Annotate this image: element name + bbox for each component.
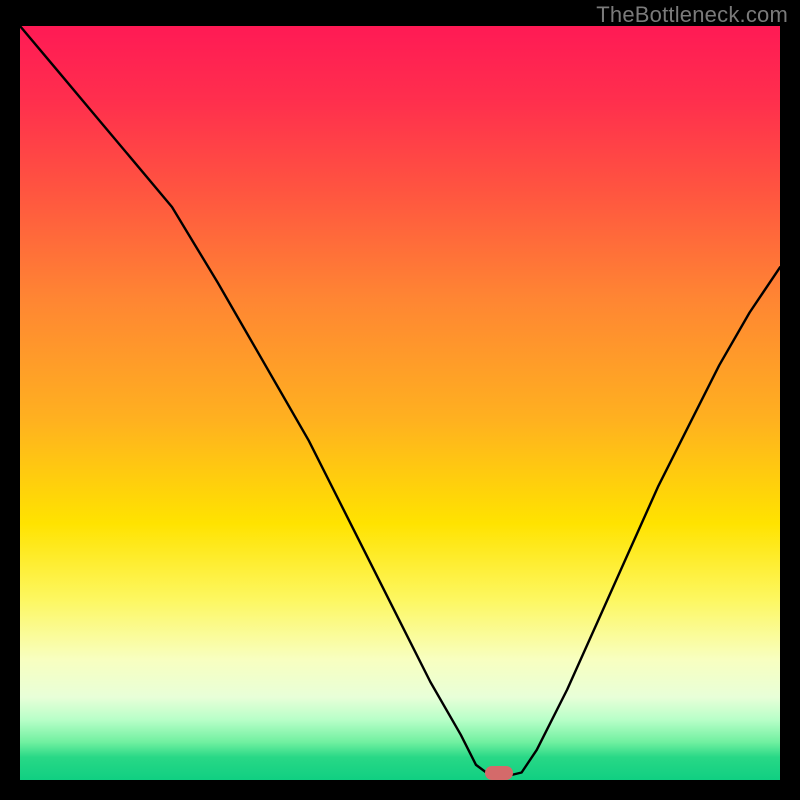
plot-area — [20, 26, 780, 780]
watermark-text: TheBottleneck.com — [596, 2, 788, 28]
bottleneck-curve — [20, 26, 780, 780]
chart-frame: TheBottleneck.com — [0, 0, 800, 800]
optimal-marker — [485, 766, 513, 780]
